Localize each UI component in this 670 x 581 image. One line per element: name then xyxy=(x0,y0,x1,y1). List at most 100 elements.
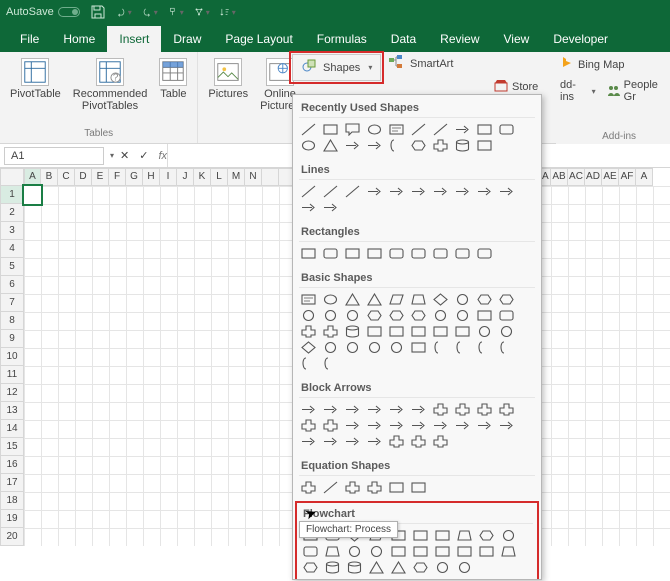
shape-option[interactable] xyxy=(433,528,451,543)
shape-option[interactable] xyxy=(411,560,429,575)
row-header[interactable]: 6 xyxy=(0,276,24,294)
column-header[interactable]: K xyxy=(194,168,211,186)
shape-option[interactable] xyxy=(475,418,493,433)
column-header[interactable]: M xyxy=(228,168,245,186)
enter-icon[interactable]: ✓ xyxy=(139,149,148,162)
shape-option[interactable] xyxy=(365,434,383,449)
shape-option[interactable] xyxy=(497,418,515,433)
shape-option[interactable] xyxy=(299,122,317,137)
shape-option[interactable] xyxy=(499,528,517,543)
shape-option[interactable] xyxy=(321,138,339,153)
row-header[interactable]: 12 xyxy=(0,384,24,402)
shape-option[interactable] xyxy=(299,138,317,153)
shape-option[interactable] xyxy=(299,184,317,199)
shape-option[interactable] xyxy=(475,122,493,137)
column-header[interactable]: D xyxy=(75,168,92,186)
shape-option[interactable] xyxy=(387,138,405,153)
save-icon[interactable] xyxy=(90,4,106,20)
recommended-pivot-button[interactable]: ? Recommended PivotTables xyxy=(69,56,152,114)
tab-view[interactable]: View xyxy=(492,26,542,52)
shape-option[interactable] xyxy=(365,246,383,261)
shape-option[interactable] xyxy=(365,292,383,307)
shape-option[interactable] xyxy=(431,184,449,199)
name-box[interactable] xyxy=(4,147,104,165)
row-header[interactable]: 18 xyxy=(0,492,24,510)
tab-file[interactable]: File xyxy=(8,26,51,52)
shape-option[interactable] xyxy=(409,434,427,449)
shape-option[interactable] xyxy=(345,560,363,575)
shape-option[interactable] xyxy=(343,434,361,449)
shape-option[interactable] xyxy=(453,122,471,137)
shape-option[interactable] xyxy=(299,340,317,355)
shape-option[interactable] xyxy=(499,544,517,559)
shape-option[interactable] xyxy=(455,544,473,559)
shape-option[interactable] xyxy=(389,544,407,559)
shape-option[interactable] xyxy=(409,184,427,199)
shape-option[interactable] xyxy=(475,308,493,323)
shape-option[interactable] xyxy=(497,122,515,137)
shape-option[interactable] xyxy=(475,184,493,199)
tab-review[interactable]: Review xyxy=(428,26,491,52)
shape-option[interactable] xyxy=(387,292,405,307)
tab-insert[interactable]: Insert xyxy=(107,26,161,52)
shape-option[interactable] xyxy=(453,308,471,323)
shapes-dropdown-button[interactable]: Shapes ▾ xyxy=(292,54,381,81)
store-button[interactable]: Store xyxy=(494,78,538,95)
shape-option[interactable] xyxy=(433,544,451,559)
shape-option[interactable] xyxy=(411,528,429,543)
shape-option[interactable] xyxy=(431,402,449,417)
shape-option[interactable] xyxy=(409,246,427,261)
shape-option[interactable] xyxy=(343,122,361,137)
row-header[interactable]: 17 xyxy=(0,474,24,492)
format-painter-icon[interactable]: ▾ xyxy=(168,4,184,20)
tab-developer[interactable]: Developer xyxy=(541,26,620,52)
row-header[interactable]: 7 xyxy=(0,294,24,312)
cancel-icon[interactable]: ✕ xyxy=(120,149,129,162)
shape-option[interactable] xyxy=(343,402,361,417)
shape-option[interactable] xyxy=(365,418,383,433)
shape-option[interactable] xyxy=(411,544,429,559)
shape-option[interactable] xyxy=(475,324,493,339)
shape-option[interactable] xyxy=(409,308,427,323)
shape-option[interactable] xyxy=(343,324,361,339)
shape-option[interactable] xyxy=(475,292,493,307)
column-header[interactable]: N xyxy=(245,168,262,186)
smartart-button[interactable]: SmartArt xyxy=(388,54,453,73)
row-header[interactable]: 3 xyxy=(0,222,24,240)
shape-option[interactable] xyxy=(367,544,385,559)
shape-option[interactable] xyxy=(431,138,449,153)
shape-option[interactable] xyxy=(453,402,471,417)
column-header[interactable]: J xyxy=(177,168,194,186)
shape-option[interactable] xyxy=(389,560,407,575)
column-header[interactable]: AD xyxy=(585,168,602,186)
shape-option[interactable] xyxy=(323,544,341,559)
shape-option[interactable] xyxy=(387,246,405,261)
column-header[interactable]: H xyxy=(143,168,160,186)
shape-option[interactable] xyxy=(299,434,317,449)
shape-option[interactable] xyxy=(365,184,383,199)
shape-option[interactable] xyxy=(453,184,471,199)
shape-option[interactable] xyxy=(343,340,361,355)
active-cell[interactable] xyxy=(24,186,41,204)
shape-option[interactable] xyxy=(343,138,361,153)
shape-option[interactable] xyxy=(365,138,383,153)
row-header[interactable]: 20 xyxy=(0,528,24,546)
shape-option[interactable] xyxy=(431,308,449,323)
shape-option[interactable] xyxy=(365,480,383,495)
shape-option[interactable] xyxy=(321,308,339,323)
sort-icon[interactable]: ▾ xyxy=(220,4,236,20)
shape-option[interactable] xyxy=(453,340,471,355)
row-header[interactable]: 9 xyxy=(0,330,24,348)
fx-icon[interactable]: fx xyxy=(158,150,167,162)
shape-option[interactable] xyxy=(455,560,473,575)
shape-option[interactable] xyxy=(321,246,339,261)
redo-icon[interactable]: ▾ xyxy=(142,4,158,20)
column-header[interactable]: C xyxy=(58,168,75,186)
shape-option[interactable] xyxy=(497,340,515,355)
shape-option[interactable] xyxy=(301,560,319,575)
shape-option[interactable] xyxy=(301,544,319,559)
shape-option[interactable] xyxy=(321,340,339,355)
shape-option[interactable] xyxy=(343,292,361,307)
tab-pagelayout[interactable]: Page Layout xyxy=(213,26,304,52)
row-header[interactable]: 11 xyxy=(0,366,24,384)
